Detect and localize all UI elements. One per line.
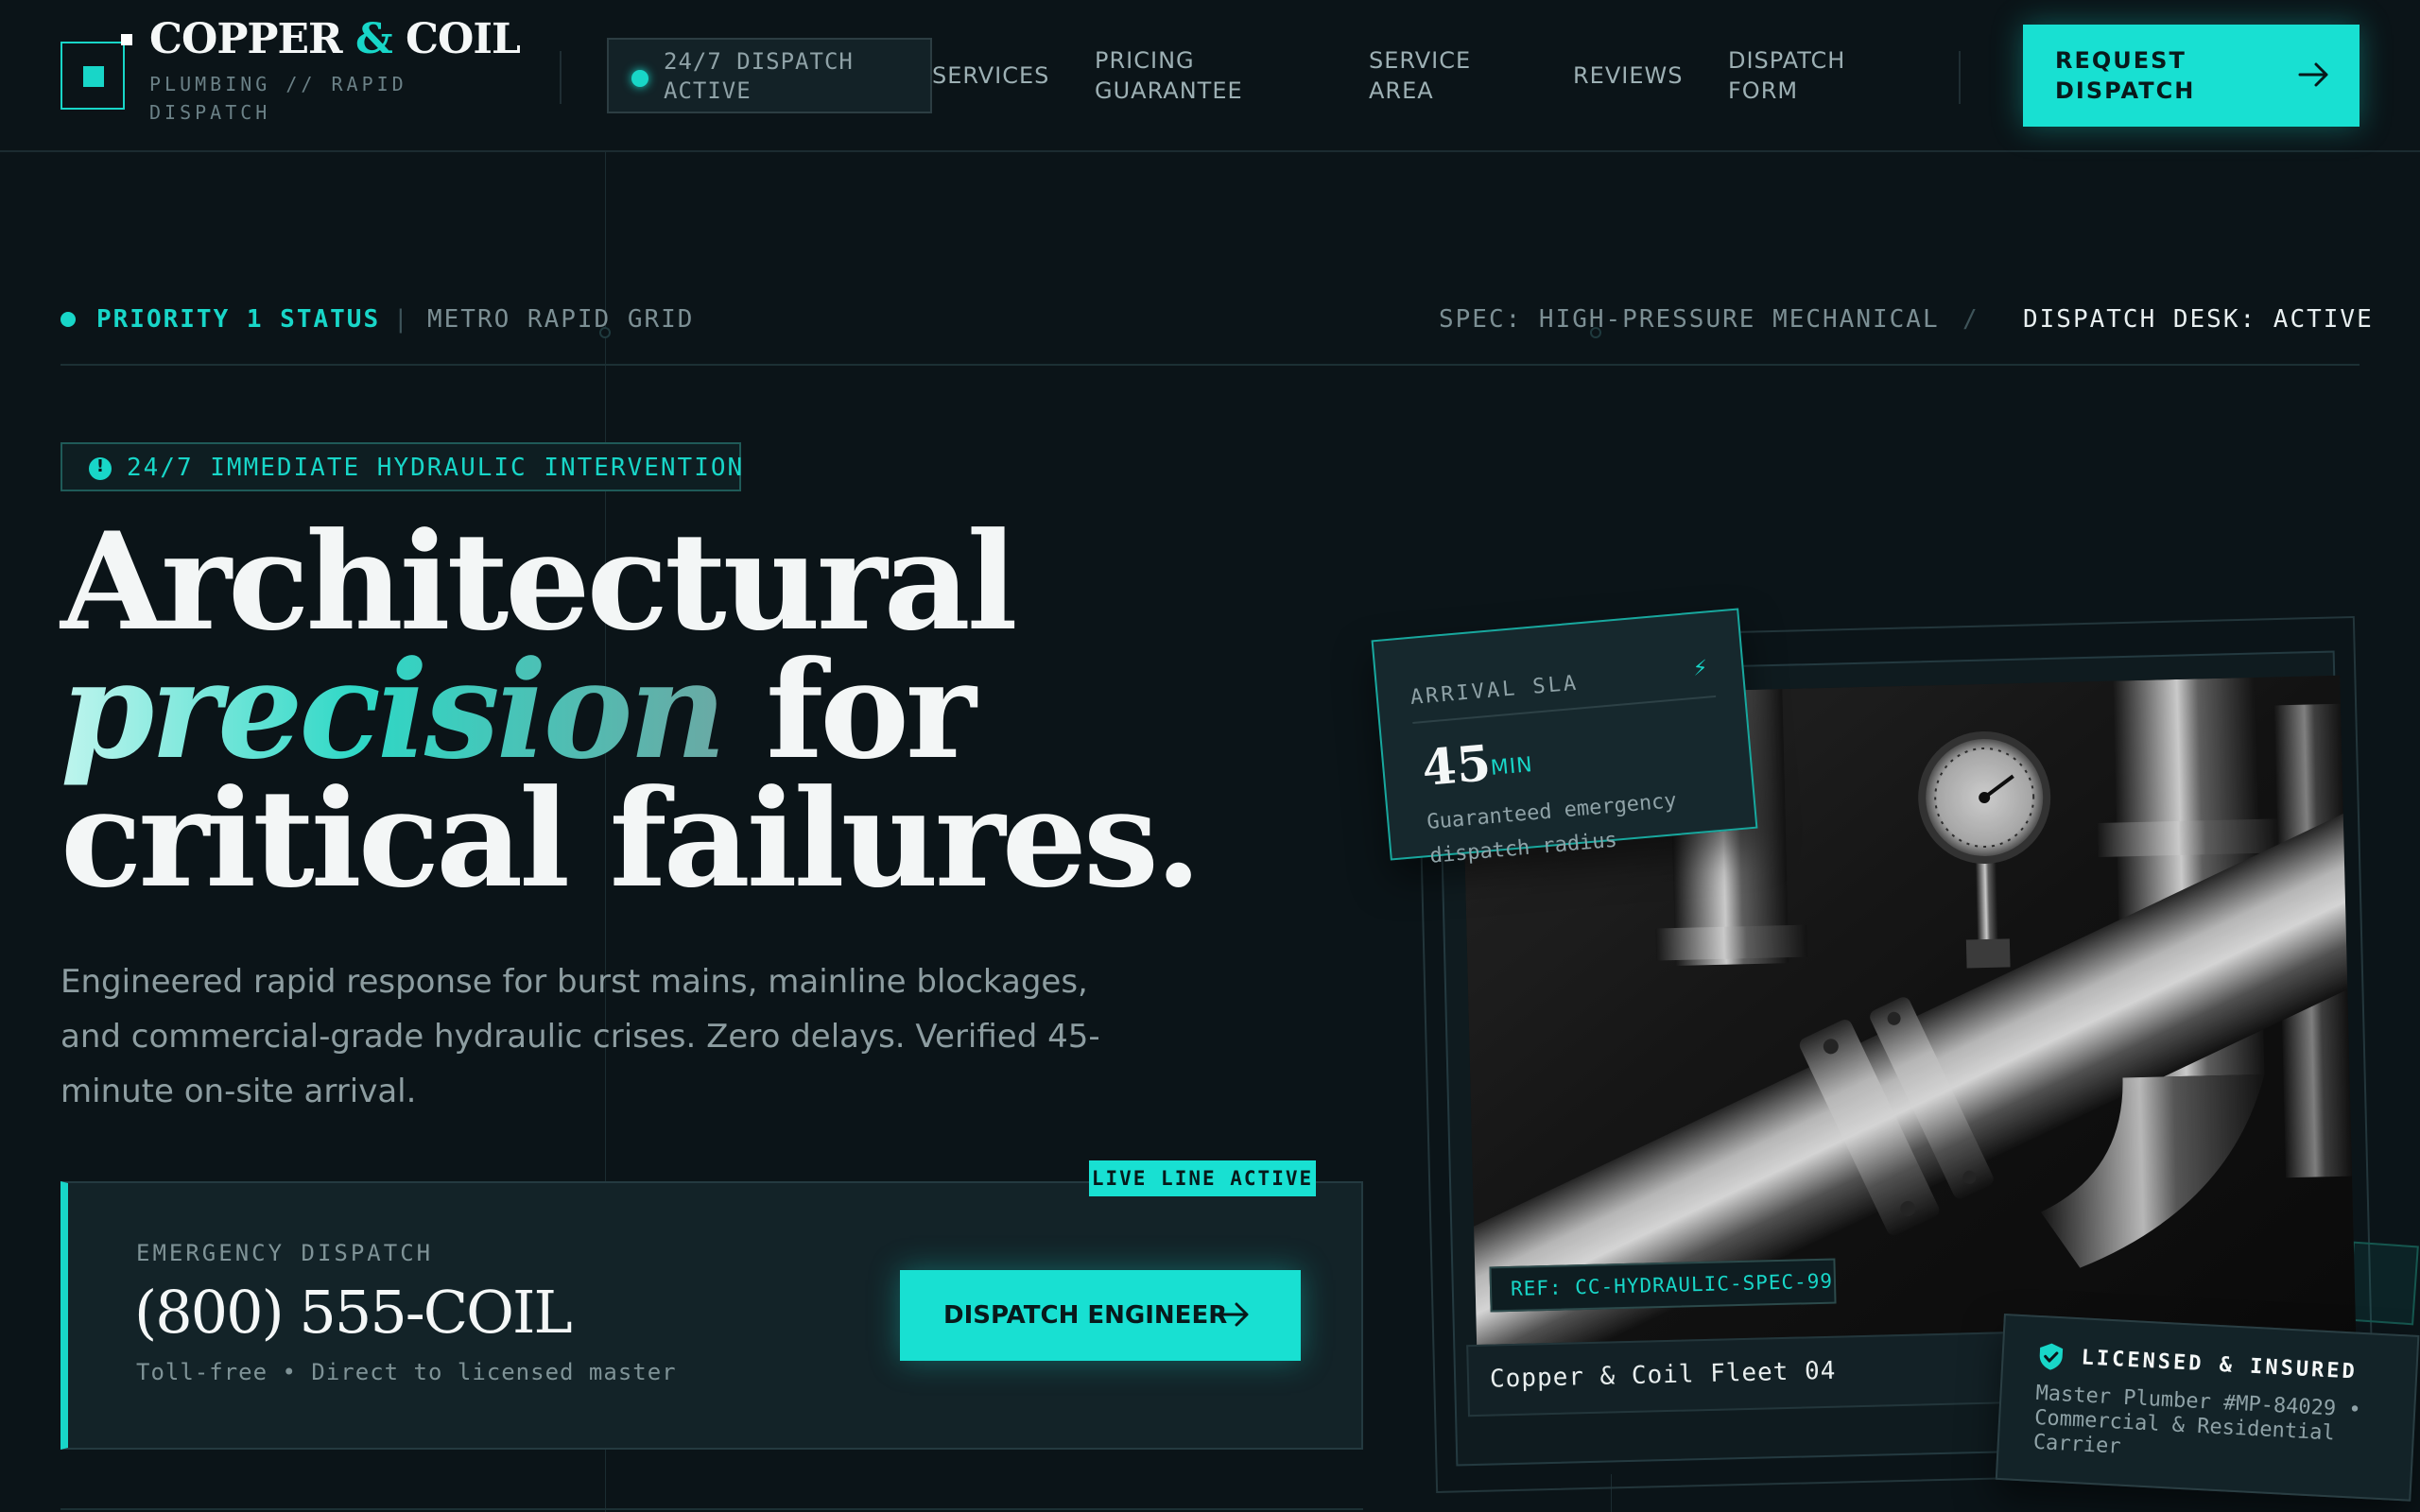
priority-dot-icon bbox=[60, 312, 76, 327]
decorative-panel bbox=[2347, 1241, 2419, 1326]
metro-grid-label: METRO RAPID GRID bbox=[427, 305, 695, 334]
arrival-sla-card: ARRIVAL SLA ⚡ 45 MIN Guaranteed emergenc… bbox=[1371, 608, 1758, 868]
section-divider bbox=[60, 1508, 1363, 1510]
licensed-insured-card: LICENSED & INSURED Master Plumber #MP-84… bbox=[1995, 1314, 2420, 1502]
header-divider bbox=[560, 51, 562, 104]
request-dispatch-label: REQUEST DISPATCH bbox=[2055, 47, 2196, 104]
page: COPPER & COIL PLUMBING // RAPID DISPATCH… bbox=[0, 0, 2420, 1512]
strip-divider bbox=[60, 364, 2360, 366]
sla-unit: MIN bbox=[1489, 753, 1534, 781]
arrow-right-icon bbox=[1220, 1302, 1249, 1327]
priority-status: PRIORITY 1 STATUS bbox=[96, 305, 381, 334]
sla-value: 45 bbox=[1419, 734, 1494, 799]
spec-label: SPEC: HIGH-PRESSURE MECHANICAL bbox=[1439, 305, 1940, 334]
shield-check-icon bbox=[2039, 1343, 2064, 1370]
intervention-badge: 24/7 IMMEDIATE HYDRAULIC INTERVENTION bbox=[60, 442, 745, 491]
emergency-note: Toll-free • Direct to licensed master bbox=[136, 1359, 677, 1385]
request-dispatch-button[interactable]: REQUEST DISPATCH bbox=[2023, 25, 2360, 127]
logo-corner bbox=[121, 34, 132, 45]
dispatch-status-pill: 24/7 DISPATCH ACTIVE bbox=[607, 38, 932, 113]
brand-name-part1: COPPER bbox=[149, 15, 343, 63]
hero-headline: Architectural precision for critical fai… bbox=[60, 504, 1289, 918]
bolt-icon: ⚡ bbox=[1691, 656, 1709, 681]
strip-slash: / bbox=[1962, 305, 1979, 334]
logo-square bbox=[83, 66, 104, 87]
fleet-caption: Copper & Coil Fleet 04 bbox=[1489, 1356, 1837, 1394]
headline-line-1: Architectural bbox=[60, 504, 1018, 661]
sla-label: ARRIVAL SLA bbox=[1409, 671, 1581, 711]
arrow-right-icon bbox=[2298, 62, 2328, 87]
nav-reviews[interactable]: REVIEWS bbox=[1573, 60, 1686, 91]
nav-pricing-guarantee[interactable]: PRICING GUARANTEE bbox=[1095, 45, 1265, 106]
nav-services[interactable]: SERVICES bbox=[932, 60, 1048, 91]
dispatch-engineer-button[interactable]: DISPATCH ENGINEER bbox=[900, 1270, 1301, 1361]
logo-mark[interactable] bbox=[60, 34, 132, 110]
brand-ampersand: & bbox=[354, 15, 393, 63]
strip-separator: | bbox=[393, 305, 410, 334]
brand-name[interactable]: COPPER & COIL bbox=[149, 15, 521, 68]
site-header: COPPER & COIL PLUMBING // RAPID DISPATCH… bbox=[0, 0, 2420, 152]
headline-line-3: critical failures. bbox=[60, 761, 1201, 918]
status-dot-icon bbox=[631, 70, 648, 87]
emergency-phone-number[interactable]: (800) 555-COIL bbox=[134, 1278, 573, 1347]
intervention-badge-text: 24/7 IMMEDIATE HYDRAULIC INTERVENTION bbox=[127, 454, 745, 482]
header-divider bbox=[1959, 51, 1961, 104]
fleet-caption-bar: Copper & Coil Fleet 04 bbox=[1466, 1331, 2026, 1418]
license-title: LICENSED & INSURED bbox=[2081, 1346, 2359, 1384]
dispatch-engineer-label: DISPATCH ENGINEER bbox=[943, 1301, 1228, 1330]
reference-tag: REF: CC-HYDRAULIC-SPEC-99 bbox=[1489, 1258, 1837, 1313]
brand-tagline: PLUMBING // RAPID DISPATCH bbox=[149, 73, 407, 124]
alert-icon bbox=[89, 456, 112, 480]
license-description: Master Plumber #MP-84029 • Commercial & … bbox=[2032, 1381, 2362, 1459]
headline-line-2: precision for bbox=[60, 644, 1289, 778]
emergency-label: EMERGENCY DISPATCH bbox=[136, 1240, 434, 1266]
brand-name-part2: COIL bbox=[406, 15, 521, 63]
nav-service-area[interactable]: SERVICE AREA bbox=[1369, 45, 1482, 106]
dispatch-desk-status: DISPATCH DESK: ACTIVE bbox=[2023, 305, 2374, 334]
hero-subcopy: Engineered rapid response for burst main… bbox=[60, 963, 1100, 1110]
status-pill-text: 24/7 DISPATCH ACTIVE bbox=[664, 48, 854, 104]
live-line-badge: LIVE LINE ACTIVE bbox=[1089, 1160, 1316, 1196]
nav-dispatch-form[interactable]: DISPATCH FORM bbox=[1728, 45, 1860, 106]
